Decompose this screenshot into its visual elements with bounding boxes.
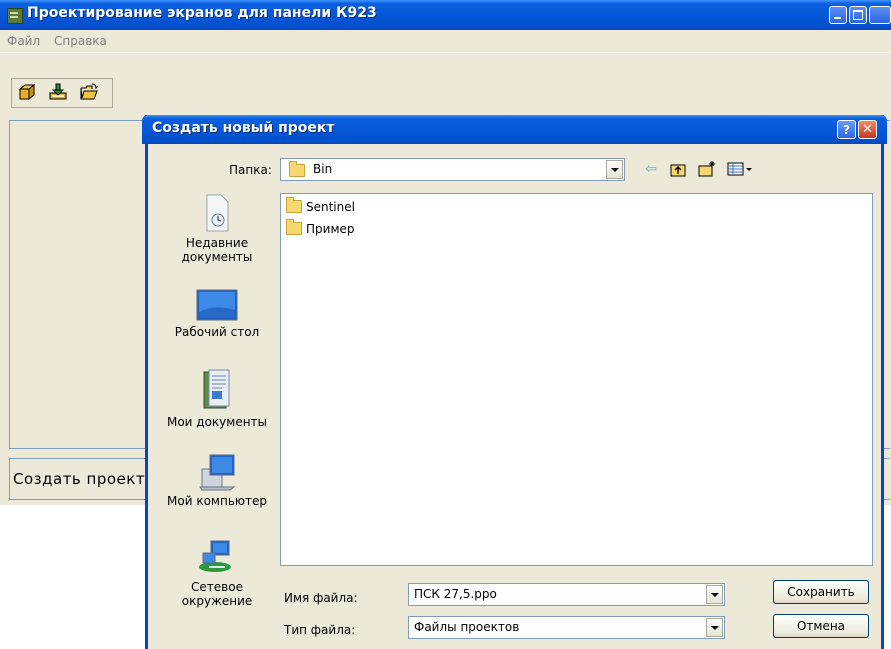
dialog-title-bar[interactable]: Создать новый проект ? ✕ xyxy=(142,115,887,144)
main-title-bar[interactable]: Проектирование экранов для панели К923 xyxy=(0,0,891,30)
place-label: Рабочий стол xyxy=(174,325,260,339)
open-project-icon[interactable] xyxy=(79,82,99,102)
save-button[interactable]: Сохранить xyxy=(773,580,869,604)
list-item[interactable]: Пример xyxy=(286,219,355,238)
desktop-icon xyxy=(196,289,238,321)
filename-dropdown-button[interactable] xyxy=(706,585,723,604)
folder-icon xyxy=(286,197,302,213)
close-dialog-button[interactable]: ✕ xyxy=(858,120,877,139)
file-name: Sentinel xyxy=(306,200,355,214)
toolbar xyxy=(0,52,891,121)
file-list[interactable]: Sentinel Пример xyxy=(280,193,873,566)
new-project-icon[interactable] xyxy=(17,82,37,102)
up-folder-icon[interactable] xyxy=(668,160,688,178)
place-label: Недавние документы xyxy=(181,236,253,264)
place-label: Мои документы xyxy=(166,415,268,429)
my-computer-icon xyxy=(199,454,236,491)
places-bar: Недавние документы Рабочий стол Мои доку… xyxy=(155,185,275,645)
menu-file[interactable]: Файл xyxy=(7,34,40,48)
recent-documents-icon xyxy=(206,194,229,232)
save-project-icon[interactable] xyxy=(48,82,68,102)
filename-label: Имя файла: xyxy=(284,591,358,605)
window-title: Проектирование экранов для панели К923 xyxy=(27,5,377,21)
filename-combobox[interactable]: ПСК 27,5.ppo xyxy=(408,583,725,606)
place-my-computer[interactable]: Мой компьютер xyxy=(155,453,279,508)
menu-bar: Файл Справка xyxy=(0,30,891,52)
filename-value: ПСК 27,5.ppo xyxy=(414,587,497,601)
place-my-documents[interactable]: Мои документы xyxy=(155,368,279,429)
back-icon[interactable]: ⇦ xyxy=(641,160,661,178)
folder-combobox[interactable]: Bin xyxy=(280,158,625,181)
folder-icon xyxy=(289,161,305,177)
place-network[interactable]: Сетевое окружение xyxy=(155,537,279,608)
file-name: Пример xyxy=(306,222,355,236)
place-label: Сетевое окружение xyxy=(181,580,253,608)
filetype-combobox[interactable]: Файлы проектов xyxy=(408,616,725,639)
place-recent-documents[interactable]: Недавние документы xyxy=(155,193,279,264)
network-places-icon xyxy=(199,540,231,572)
filetype-label: Тип файла: xyxy=(284,623,356,637)
status-text: Создать проект xyxy=(13,470,146,488)
view-menu-icon[interactable] xyxy=(726,160,754,178)
close-window-button[interactable] xyxy=(869,6,891,24)
list-item[interactable]: Sentinel xyxy=(286,197,355,216)
app-icon xyxy=(7,8,23,24)
minimize-button[interactable] xyxy=(829,6,847,24)
folder-icon xyxy=(286,219,302,235)
maximize-button[interactable] xyxy=(849,6,867,24)
place-label: Мой компьютер xyxy=(167,494,267,508)
filetype-value: Файлы проектов xyxy=(414,620,520,634)
new-folder-icon[interactable] xyxy=(697,160,717,178)
my-documents-icon xyxy=(203,369,230,409)
folder-dropdown-button[interactable] xyxy=(606,160,623,179)
cancel-button[interactable]: Отмена xyxy=(773,614,869,638)
place-desktop[interactable]: Рабочий стол xyxy=(155,288,279,339)
folder-label: Папка: xyxy=(229,163,272,177)
help-button[interactable]: ? xyxy=(837,120,856,139)
menu-help[interactable]: Справка xyxy=(54,34,107,48)
filetype-dropdown-button[interactable] xyxy=(706,618,723,637)
dialog-title: Создать новый проект xyxy=(152,120,335,136)
folder-value: Bin xyxy=(313,162,333,176)
